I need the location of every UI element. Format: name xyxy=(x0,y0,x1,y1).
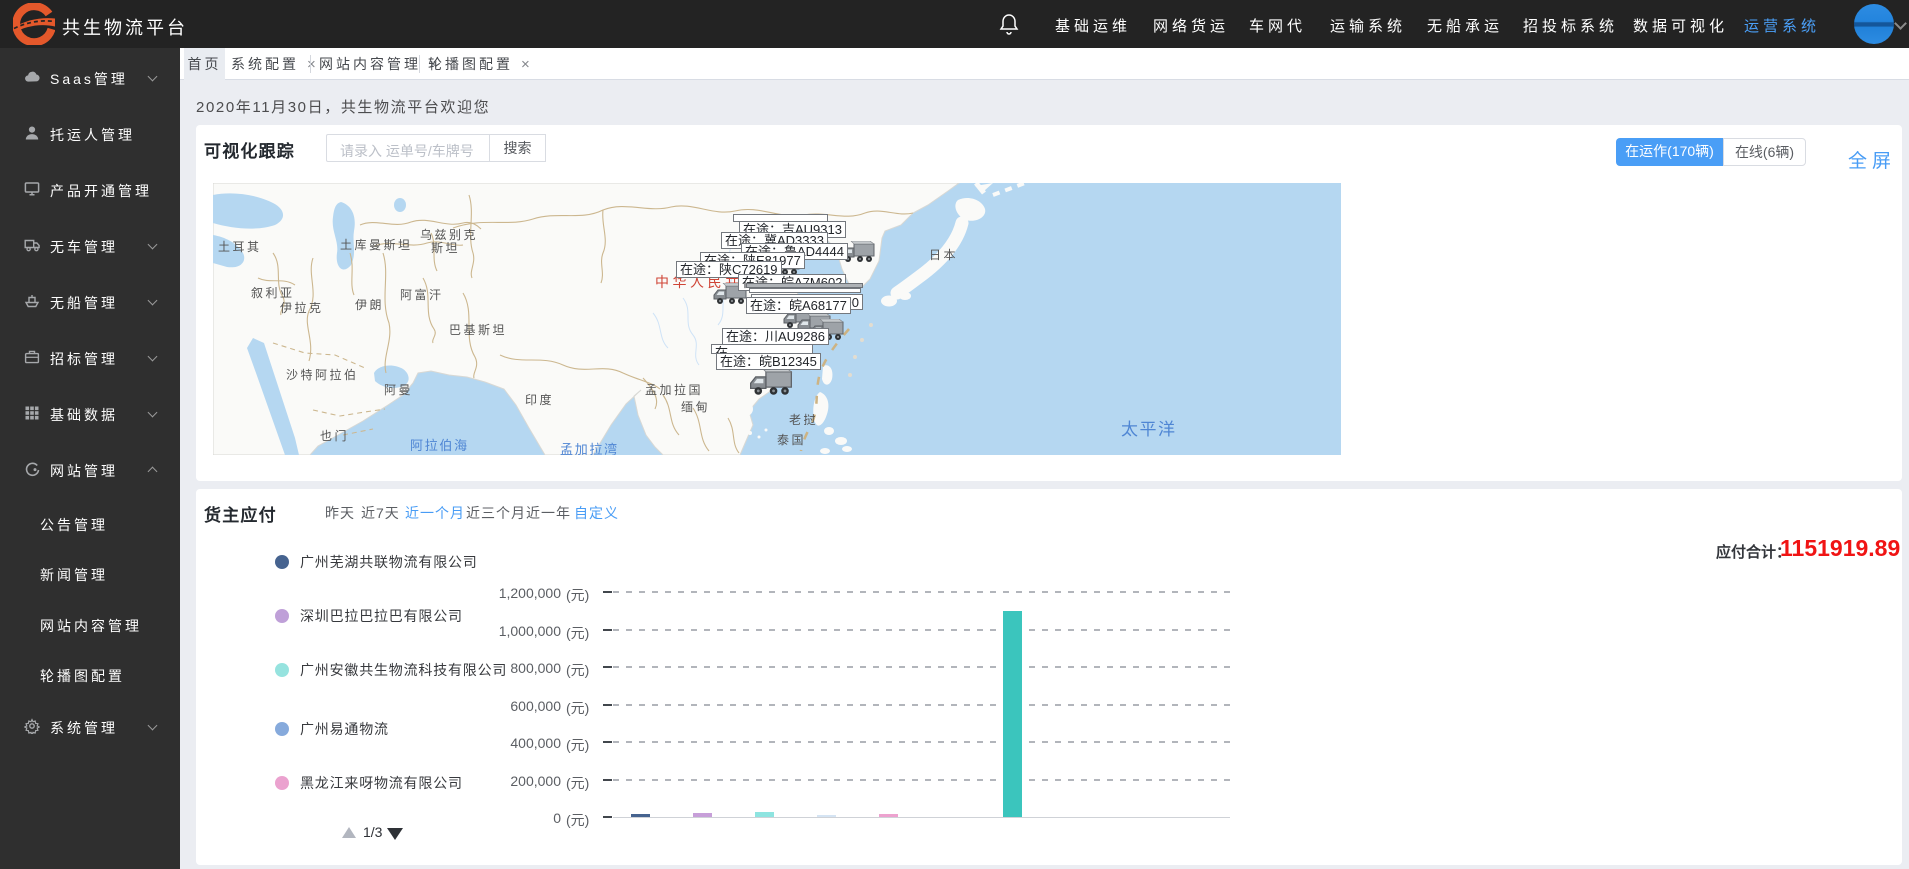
svg-text:缅甸: 缅甸 xyxy=(681,400,710,414)
svg-text:伊拉克: 伊拉克 xyxy=(280,300,324,315)
svg-text:也门: 也门 xyxy=(320,428,349,443)
svg-text:巴基斯坦: 巴基斯坦 xyxy=(449,323,507,337)
svg-text:印度: 印度 xyxy=(525,392,554,407)
svg-text:叙利亚: 叙利亚 xyxy=(251,286,295,300)
svg-text:日本: 日本 xyxy=(929,248,958,262)
svg-text:土耳其: 土耳其 xyxy=(218,240,262,254)
svg-text:孟加拉国: 孟加拉国 xyxy=(645,382,703,397)
svg-text:阿拉伯海: 阿拉伯海 xyxy=(410,438,469,453)
svg-text:泰国: 泰国 xyxy=(777,433,806,447)
svg-text:伊朗: 伊朗 xyxy=(355,298,384,312)
svg-text:斯坦: 斯坦 xyxy=(431,241,460,255)
svg-text:土库曼斯坦: 土库曼斯坦 xyxy=(340,237,413,252)
svg-text:阿曼: 阿曼 xyxy=(384,383,413,397)
svg-text:沙特阿拉伯: 沙特阿拉伯 xyxy=(286,367,359,382)
svg-text:乌兹别克: 乌兹别克 xyxy=(420,227,478,242)
svg-text:阿富汗: 阿富汗 xyxy=(400,287,444,302)
svg-text:太平洋: 太平洋 xyxy=(1121,420,1177,439)
svg-text:孟加拉湾: 孟加拉湾 xyxy=(560,442,619,455)
svg-text:老挝: 老挝 xyxy=(789,413,818,427)
